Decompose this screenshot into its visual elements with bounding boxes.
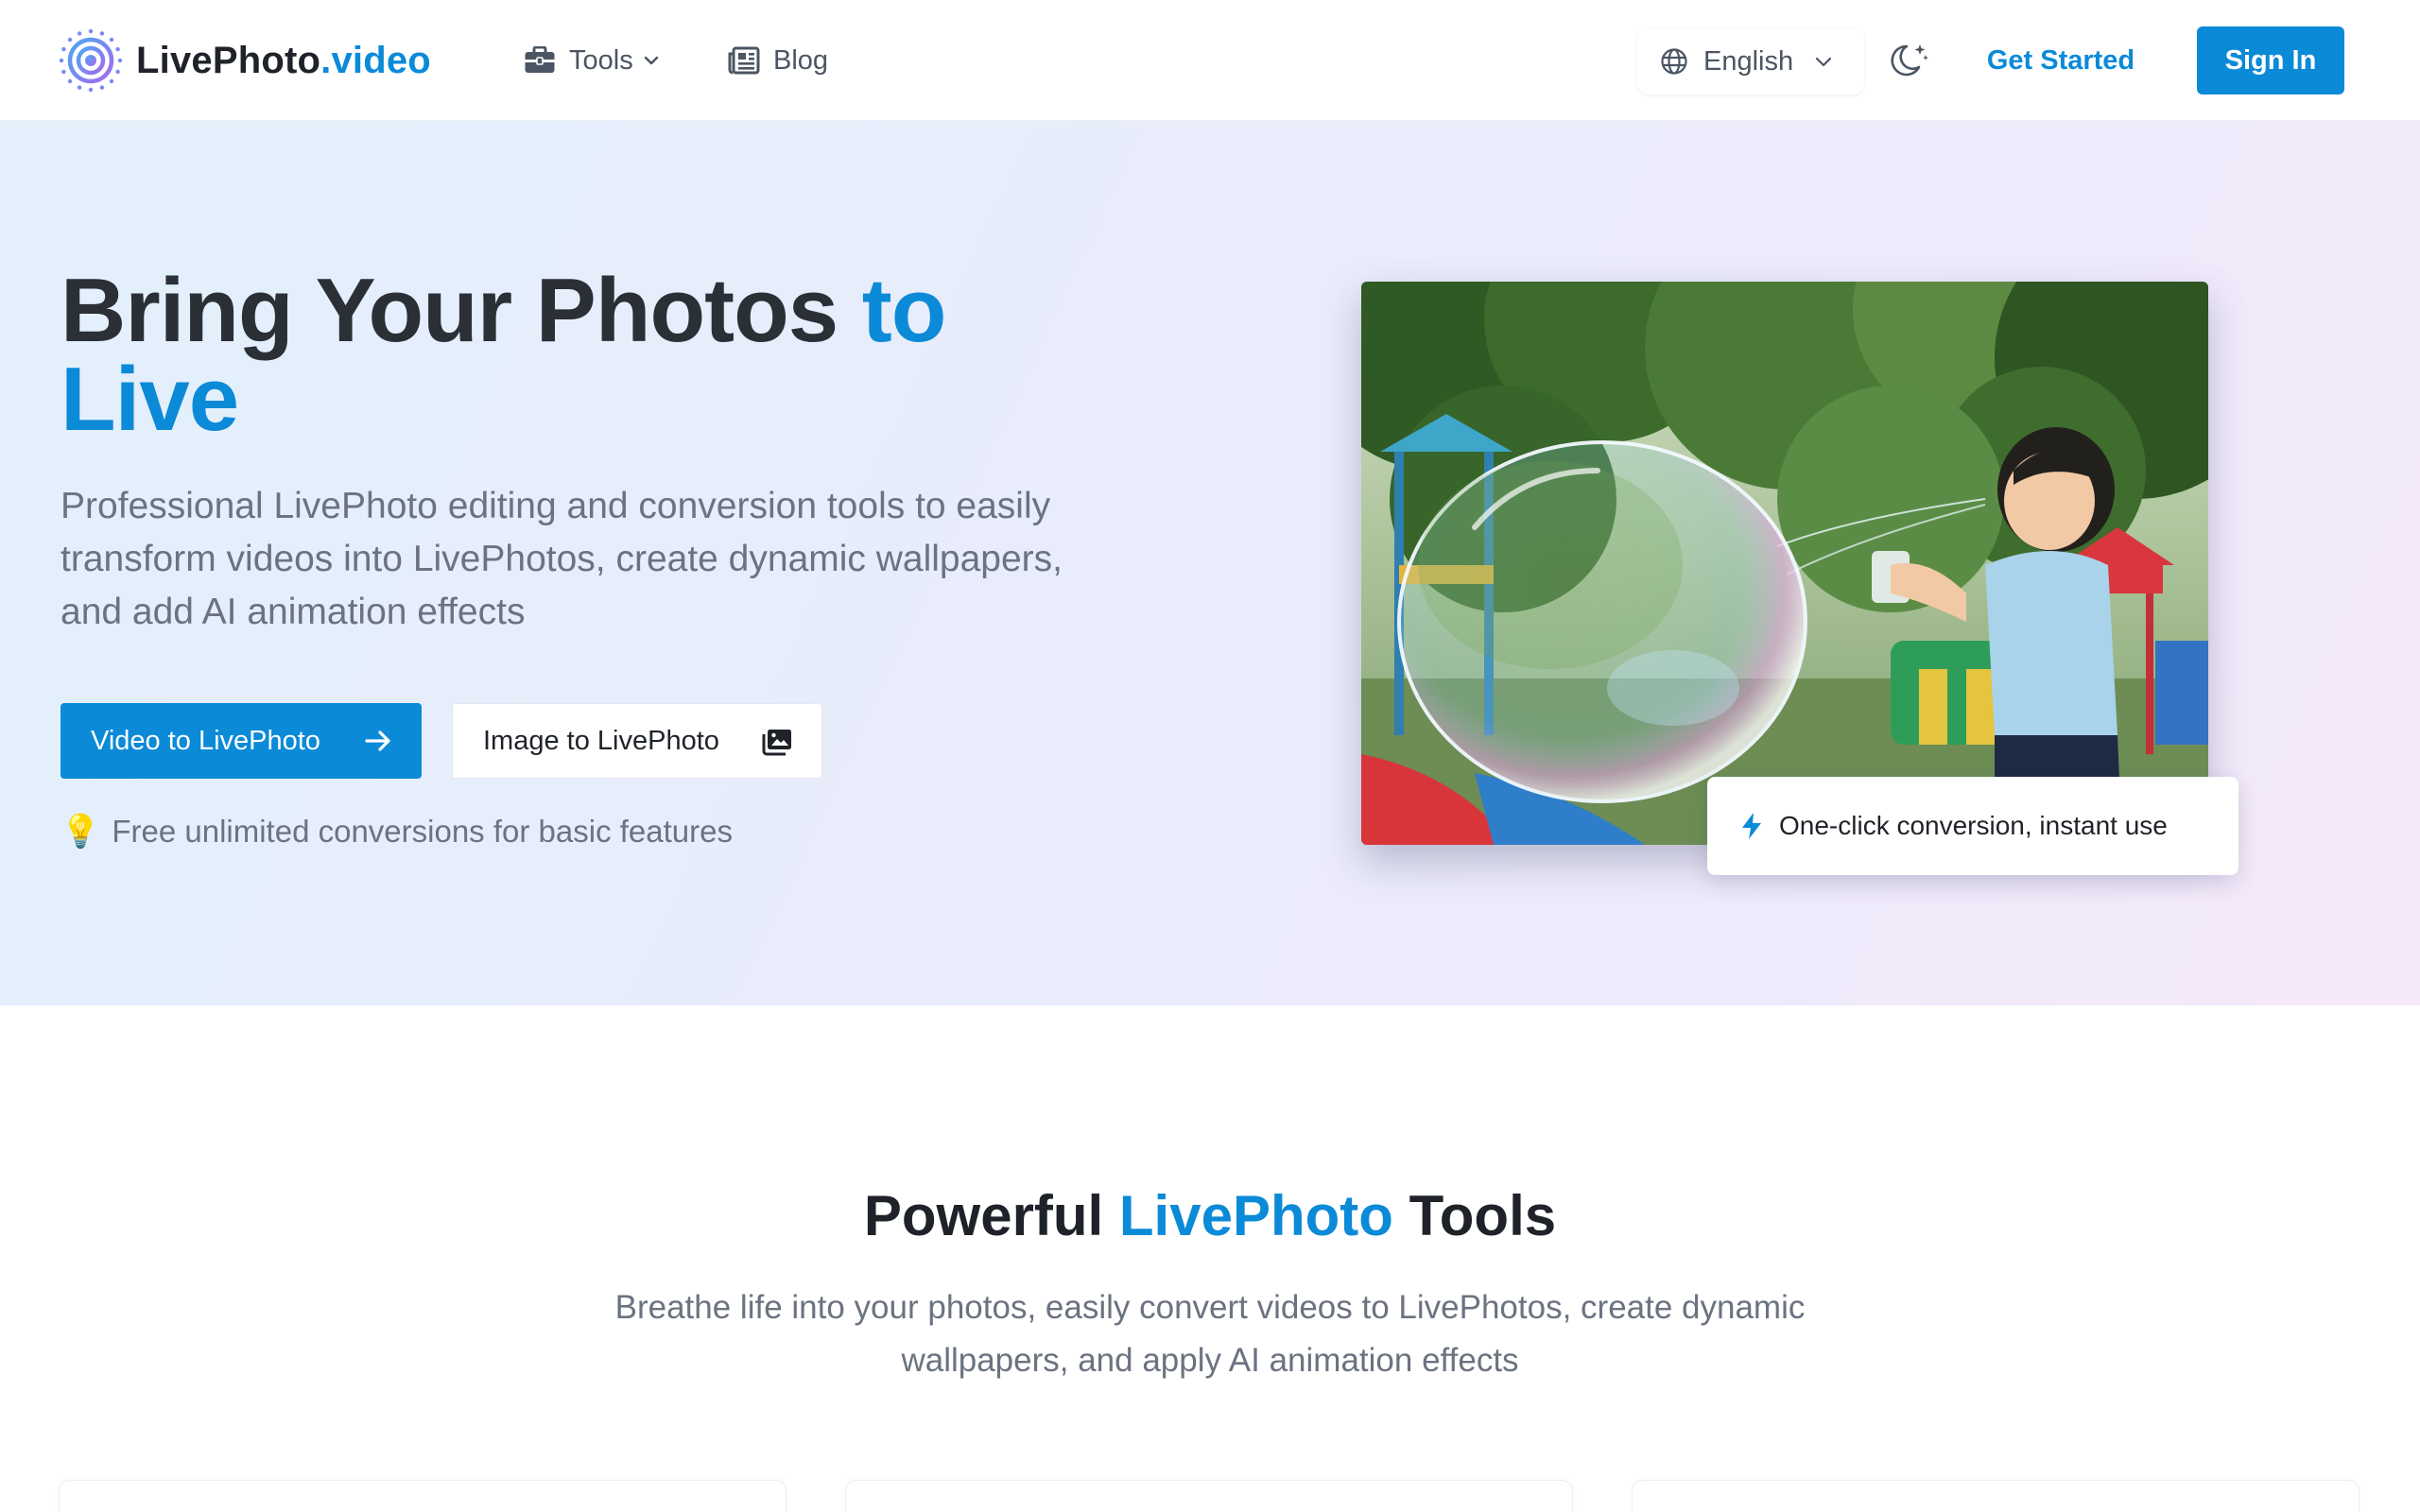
nav-blog-label: Blog bbox=[773, 44, 829, 76]
language-label: English bbox=[1703, 45, 1794, 77]
tools-title-accent: LivePhoto bbox=[1118, 1184, 1393, 1247]
video-to-livephoto-label: Video to LivePhoto bbox=[91, 725, 320, 756]
logo[interactable]: LivePhoto.video bbox=[59, 28, 431, 93]
hero-photo-illustration bbox=[1361, 282, 2208, 845]
get-started-link[interactable]: Get Started bbox=[1966, 32, 2155, 89]
image-to-livephoto-button[interactable]: Image to LivePhoto bbox=[452, 703, 822, 779]
chevron-down-icon bbox=[644, 56, 658, 65]
images-icon bbox=[762, 730, 791, 756]
nav-blog-link[interactable]: Blog bbox=[728, 38, 828, 83]
moon-stars-icon bbox=[1891, 44, 1928, 77]
sign-in-button[interactable]: Sign In bbox=[2197, 26, 2344, 94]
hero-title-accent-1: to bbox=[861, 260, 947, 361]
one-click-badge: One-click conversion, instant use bbox=[1707, 777, 2238, 875]
hero-title-accent-2: Live bbox=[60, 349, 239, 450]
lightbulb-icon: 💡 bbox=[60, 814, 101, 850]
free-conversions-text: Free unlimited conversions for basic fea… bbox=[112, 814, 733, 849]
hero-section: Bring Your Photos to Live Professional Li… bbox=[0, 121, 2420, 1005]
toolbox-icon bbox=[525, 46, 555, 73]
tools-section-title: Powerful LivePhoto Tools bbox=[0, 1183, 2420, 1248]
newspaper-icon bbox=[728, 46, 760, 75]
logo-suffix: .video bbox=[320, 39, 431, 81]
theme-toggle-button[interactable] bbox=[1887, 36, 1934, 83]
logo-name: LivePhoto bbox=[136, 39, 321, 81]
globe-icon bbox=[1661, 48, 1687, 75]
tools-title-start: Powerful bbox=[863, 1184, 1119, 1247]
free-conversions-note: 💡 Free unlimited conversions for basic f… bbox=[60, 809, 733, 854]
livephoto-logo-icon bbox=[59, 28, 123, 93]
hero-title-main: Bring Your Photos bbox=[60, 260, 862, 361]
lightning-icon bbox=[1742, 813, 1761, 839]
site-header: LivePhoto.video Tools Blog English Get S… bbox=[0, 0, 2420, 121]
tools-title-end: Tools bbox=[1392, 1184, 1557, 1247]
hero-subtitle: Professional LivePhoto editing and conve… bbox=[60, 486, 1063, 632]
hero-image bbox=[1361, 282, 2208, 845]
arrow-right-icon bbox=[365, 730, 390, 751]
tools-section-subtitle: Breathe life into your photos, easily co… bbox=[614, 1289, 1806, 1379]
chevron-down-icon bbox=[1816, 57, 1832, 67]
one-click-badge-text: One-click conversion, instant use bbox=[1779, 811, 2168, 840]
nav-tools-dropdown[interactable]: Tools bbox=[524, 38, 660, 83]
tool-card[interactable] bbox=[59, 1480, 786, 1512]
hero-title: Bring Your Photos to Live bbox=[60, 266, 1138, 445]
nav-tools-label: Tools bbox=[569, 44, 633, 76]
logo-text: LivePhoto.video bbox=[136, 40, 431, 82]
video-to-livephoto-button[interactable]: Video to LivePhoto bbox=[60, 703, 422, 779]
tool-card[interactable] bbox=[845, 1480, 1573, 1512]
language-selector[interactable]: English bbox=[1637, 28, 1864, 94]
tool-card[interactable] bbox=[1632, 1480, 2360, 1512]
image-to-livephoto-label: Image to LivePhoto bbox=[483, 725, 719, 756]
